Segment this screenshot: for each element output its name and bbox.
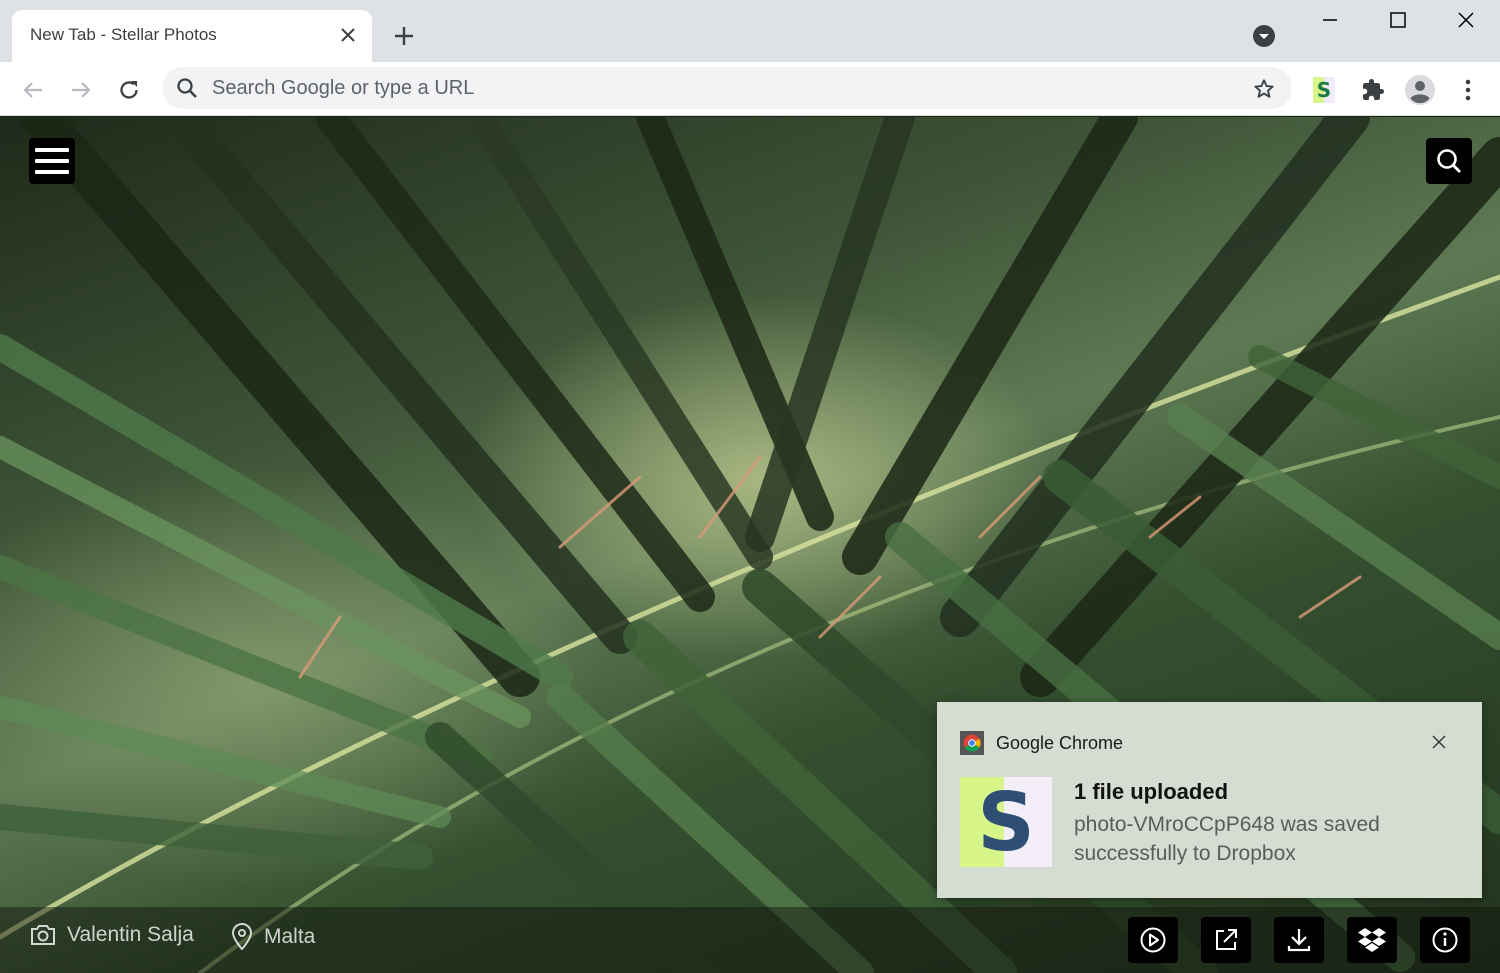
notification-header: Google Chrome: [960, 731, 1123, 755]
chevron-down-icon: [1253, 25, 1275, 47]
photo-info-button[interactable]: [1420, 917, 1470, 963]
hamburger-line: [35, 170, 69, 174]
tab-search-button[interactable]: [1250, 22, 1278, 50]
puzzle-icon: [1363, 79, 1384, 100]
photographer-name: Valentin Salja: [67, 923, 194, 946]
extensions-button[interactable]: [1355, 72, 1391, 108]
notification-thumbnail: S: [960, 776, 1052, 869]
stellar-extension-icon: S: [1313, 77, 1335, 103]
slideshow-button[interactable]: [1128, 917, 1178, 963]
window-minimize-button[interactable]: [1296, 0, 1364, 40]
notification-close-button[interactable]: [1427, 730, 1451, 754]
photographer-credit[interactable]: Valentin Salja: [29, 923, 194, 947]
minimize-icon: [1323, 19, 1337, 21]
menu-button[interactable]: [29, 138, 75, 184]
page-search-button[interactable]: [1426, 138, 1472, 184]
tab-title: New Tab - Stellar Photos: [30, 25, 217, 44]
save-to-dropbox-button[interactable]: [1347, 917, 1397, 963]
search-icon: [177, 78, 197, 98]
download-icon: [1287, 929, 1311, 952]
location-credit[interactable]: Malta: [230, 923, 315, 951]
forward-button[interactable]: [63, 72, 99, 108]
close-icon: [1458, 12, 1474, 28]
notification-app-name: Google Chrome: [996, 732, 1124, 753]
chrome-logo-icon: [960, 731, 984, 755]
address-input[interactable]: [212, 74, 1212, 102]
plus-icon: [395, 27, 413, 45]
arrow-right-icon: [72, 82, 91, 98]
browser-toolbar: S: [0, 62, 1500, 116]
reload-button[interactable]: [111, 72, 147, 108]
photo-info-bar: Valentin Salja Malta: [0, 907, 1500, 973]
chrome-menu-button[interactable]: [1450, 72, 1486, 108]
search-icon: [1437, 149, 1461, 173]
download-button[interactable]: [1274, 917, 1324, 963]
window-maximize-button[interactable]: [1364, 0, 1432, 40]
tab-new-tab[interactable]: New Tab - Stellar Photos: [12, 10, 372, 62]
dropbox-icon: [1358, 928, 1386, 952]
window-close-button[interactable]: [1432, 0, 1500, 40]
map-pin-icon: [231, 923, 253, 951]
address-bar[interactable]: [162, 67, 1292, 109]
maximize-icon: [1390, 12, 1406, 28]
tab-close-icon[interactable]: [336, 23, 360, 47]
reload-icon: [120, 81, 138, 99]
star-icon: [1254, 79, 1274, 98]
open-photo-button[interactable]: [1201, 917, 1251, 963]
tab-strip: New Tab - Stellar Photos: [0, 0, 1500, 62]
hamburger-line: [35, 159, 69, 163]
play-icon: [1140, 927, 1166, 953]
new-tab-button[interactable]: [388, 20, 420, 52]
more-vertical-icon: [1465, 79, 1471, 101]
info-icon: [1432, 927, 1458, 953]
location-name: Malta: [264, 925, 316, 948]
notification-message: photo-VMroCCpP648 was saved successfully…: [1074, 813, 1380, 865]
close-icon: [1432, 735, 1446, 749]
open-external-icon: [1216, 929, 1237, 950]
stellar-photos-extension-button[interactable]: S: [1306, 72, 1342, 108]
notification-title: 1 file uploaded: [1074, 779, 1229, 804]
upload-notification[interactable]: Google Chrome S 1 file uploaded photo-VM…: [937, 702, 1482, 898]
hamburger-line: [35, 148, 69, 152]
camera-icon: [31, 925, 55, 945]
back-button[interactable]: [15, 72, 51, 108]
arrow-left-icon: [23, 82, 42, 98]
bookmark-star-button[interactable]: [1250, 75, 1278, 103]
avatar-icon: [1405, 75, 1435, 105]
profile-button[interactable]: [1402, 72, 1438, 108]
